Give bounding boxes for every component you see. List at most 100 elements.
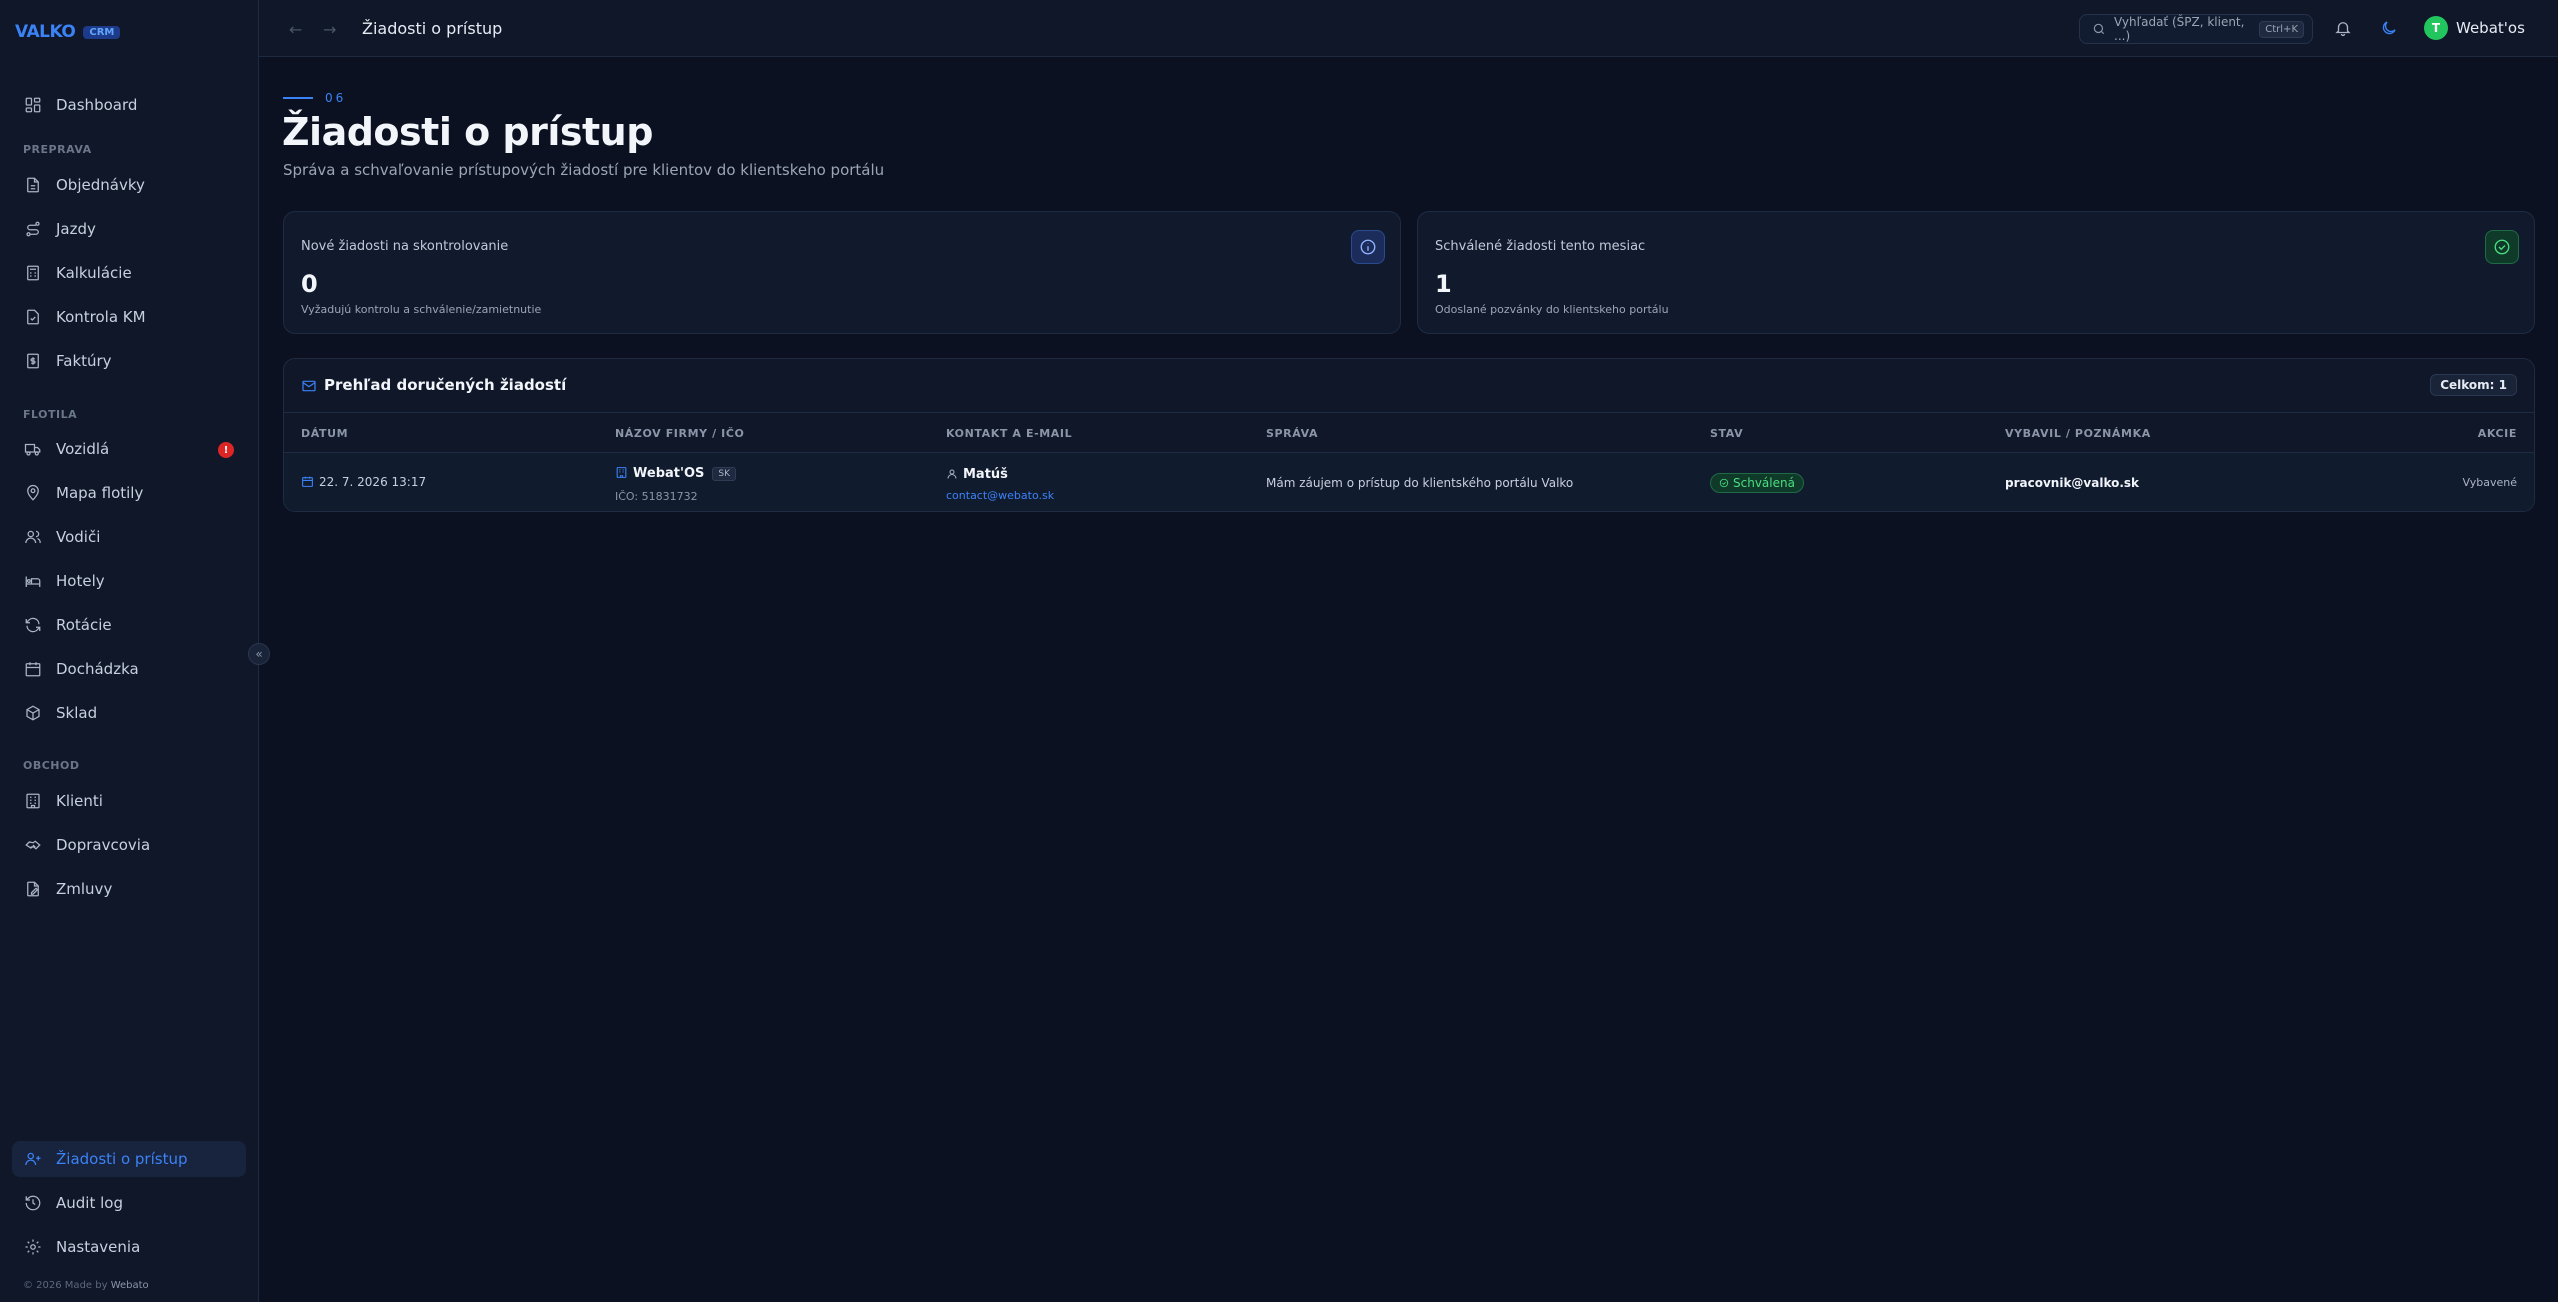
page-eyebrow: 06 (283, 91, 346, 105)
stat-description: Vyžadujú kontrolu a schválenie/zamietnut… (301, 303, 542, 316)
handshake-icon (25, 840, 41, 850)
calendar-icon (25, 662, 41, 677)
calendar-icon (302, 476, 313, 487)
sidebar-section-title: PREPRAVA (23, 143, 92, 156)
company-cell: Webat'OS SK (615, 466, 737, 481)
box-icon (26, 705, 40, 721)
eyebrow-line (283, 97, 313, 99)
back-arrow-icon[interactable]: ← (289, 20, 302, 39)
avatar: T (2424, 16, 2448, 40)
user-menu[interactable]: T Webat'os (2424, 12, 2525, 44)
sidebar-item-access-requests[interactable]: Žiadosti o prístup (12, 1141, 246, 1177)
sidebar-item-attendance[interactable]: Dochádzka (12, 651, 246, 687)
sidebar-item-settings[interactable]: Nastavenia (12, 1229, 246, 1265)
sidebar-item-label: Jazdy (56, 220, 96, 238)
sidebar: VALKO CRM Dashboard PREPRAVA Objednávky … (0, 0, 259, 1302)
stat-description: Odoslané pozvánky do klientskeho portálu (1435, 303, 1669, 316)
stat-label: Nové žiadosti na skontrolovanie (301, 239, 509, 254)
status-cell: Schválená (1710, 473, 1804, 493)
topbar: ← → Žiadosti o prístup Vyhľadať (ŠPZ, kl… (259, 0, 2558, 57)
moon-icon[interactable] (2380, 19, 2398, 37)
column-header-date[interactable]: DÁTUM (301, 427, 348, 440)
sidebar-item-label: Audit log (56, 1194, 123, 1212)
sidebar-item-label: Zmluvy (56, 880, 113, 898)
column-header-company[interactable]: NÁZOV FIRMY / IČO (615, 427, 744, 440)
company-ico: IČO: 51831732 (615, 490, 698, 503)
table-row[interactable]: 22. 7. 2026 13:17 Webat'OS SK IČO: 518317… (284, 453, 2534, 511)
sidebar-item-invoices[interactable]: Faktúry (12, 343, 246, 379)
sidebar-item-label: Vozidlá (56, 440, 110, 458)
column-header-actions: AKCIE (2477, 427, 2517, 440)
sidebar-item-label: Klienti (56, 792, 103, 810)
sidebar-item-dashboard[interactable]: Dashboard (12, 87, 246, 123)
bell-icon[interactable] (2334, 19, 2352, 37)
column-header-status[interactable]: STAV (1710, 427, 1743, 440)
stat-value: 0 (301, 270, 318, 298)
sidebar-item-calculations[interactable]: Kalkulácie (12, 255, 246, 291)
map-pin-icon (27, 484, 39, 501)
table-header-row: DÁTUM NÁZOV FIRMY / IČO KONTAKT A E-MAIL… (284, 413, 2534, 453)
forward-arrow-icon[interactable]: → (323, 20, 336, 39)
sidebar-item-clients[interactable]: Klienti (12, 783, 246, 819)
contact-name: Matúš (963, 467, 1008, 482)
users-icon (25, 530, 41, 544)
sidebar-item-drivers[interactable]: Vodiči (12, 519, 246, 555)
search-shortcut: Ctrl+K (2259, 20, 2304, 38)
requests-table: Prehľad doručených žiadostí Celkom: 1 DÁ… (283, 358, 2535, 512)
sidebar-item-contracts[interactable]: Zmluvy (12, 871, 246, 907)
user-name: Webat'os (2456, 19, 2525, 37)
dashboard-icon (25, 97, 41, 113)
user-plus-icon (25, 1152, 41, 1166)
building-icon (26, 793, 40, 809)
stat-value: 1 (1435, 270, 1452, 298)
sidebar-item-vehicles[interactable]: Vozidlá ! (12, 431, 246, 467)
eyebrow-number: 06 (325, 91, 347, 105)
contact-cell: Matúš (946, 467, 1008, 482)
stat-card-new-requests: Nové žiadosti na skontrolovanie 0 Vyžadu… (283, 211, 1401, 334)
request-date-text: 22. 7. 2026 13:17 (319, 475, 427, 489)
sidebar-item-warehouse[interactable]: Sklad (12, 695, 246, 731)
sidebar-item-hotels[interactable]: Hotely (12, 563, 246, 599)
brand-logo[interactable]: VALKO CRM (15, 22, 121, 42)
search-placeholder: Vyhľadať (ŠPZ, klient, ...) (2114, 15, 2245, 43)
building-icon (616, 467, 627, 478)
sidebar-item-label: Vodiči (56, 528, 101, 546)
request-message: Mám záujem o prístup do klientského port… (1266, 476, 1574, 490)
sidebar-section-title: FLOTILA (23, 408, 78, 421)
check-circle-icon (1719, 478, 1729, 488)
sidebar-item-orders[interactable]: Objednávky (12, 167, 246, 203)
brand-name: VALKO (15, 22, 76, 42)
user-icon (947, 469, 957, 479)
truck-icon (24, 443, 41, 456)
column-header-message[interactable]: SPRÁVA (1266, 427, 1318, 440)
footer-link[interactable]: Webato (111, 1280, 149, 1291)
topbar-title: Žiadosti o prístup (362, 19, 503, 38)
stat-label: Schválené žiadosti tento mesiac (1435, 239, 1646, 254)
company-name: Webat'OS (633, 466, 705, 481)
contact-email-link[interactable]: contact@webato.sk (946, 489, 1054, 502)
sidebar-item-carriers[interactable]: Dopravcovia (12, 827, 246, 863)
history-icon (25, 1195, 41, 1211)
sidebar-item-km-check[interactable]: Kontrola KM (12, 299, 246, 335)
page-subtitle: Správa a schvaľovanie prístupových žiado… (283, 161, 885, 179)
sidebar-item-label: Žiadosti o prístup (56, 1150, 188, 1168)
stat-card-approved-requests: Schválené žiadosti tento mesiac 1 Odosla… (1417, 211, 2535, 334)
column-header-handled-by[interactable]: VYBAVIL / POZNÁMKA (2005, 427, 2151, 440)
search-input[interactable]: Vyhľadať (ŠPZ, klient, ...) Ctrl+K (2079, 14, 2313, 44)
sidebar-item-rotations[interactable]: Rotácie (12, 607, 246, 643)
page-title: Žiadosti o prístup (282, 110, 653, 154)
sidebar-section-title: OBCHOD (23, 759, 80, 772)
document-check-icon (27, 309, 39, 325)
handled-by: pracovnik@valko.sk (2005, 476, 2140, 490)
collapse-sidebar-button[interactable]: « (248, 643, 270, 665)
sidebar-item-audit-log[interactable]: Audit log (12, 1185, 246, 1221)
sidebar-item-rides[interactable]: Jazdy (12, 211, 246, 247)
check-circle-icon (2485, 230, 2519, 264)
sidebar-item-fleet-map[interactable]: Mapa flotily (12, 475, 246, 511)
column-header-contact[interactable]: KONTAKT A E-MAIL (946, 427, 1072, 440)
brand-badge: CRM (83, 25, 121, 39)
route-icon (26, 221, 40, 237)
sidebar-item-label: Faktúry (56, 352, 112, 370)
sidebar-item-label: Nastavenia (56, 1238, 141, 1256)
invoice-icon (27, 353, 39, 369)
